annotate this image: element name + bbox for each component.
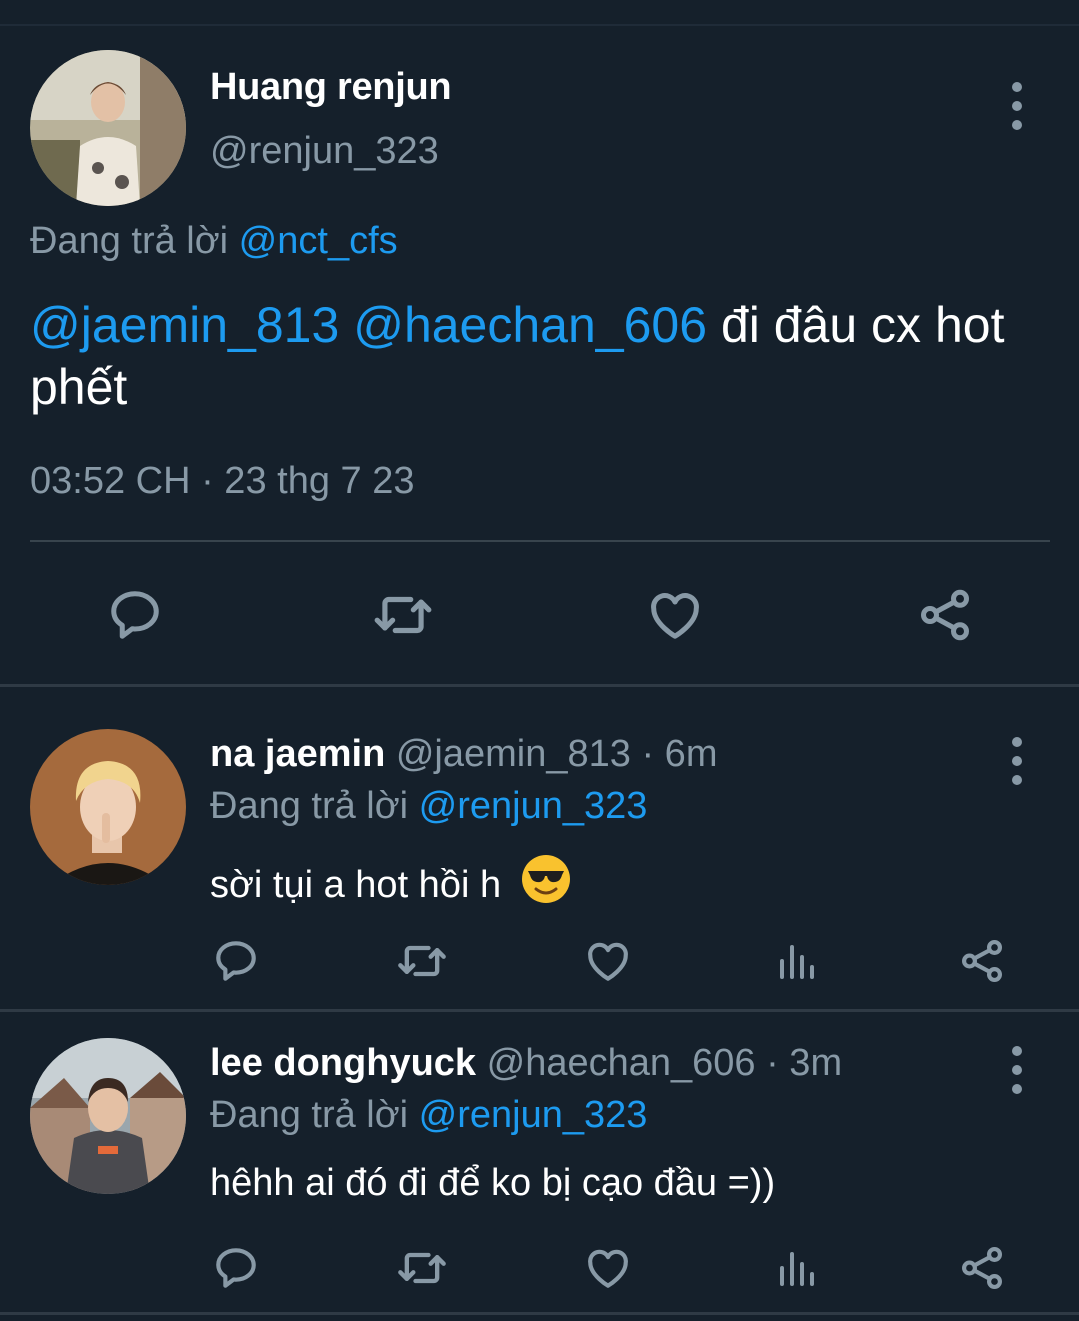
replying-label: Đang trả lời: [30, 220, 229, 262]
main-tweet: Huang renjun @renjun_323 Đang trả lời @n…: [0, 26, 1079, 686]
avatar-haechan[interactable]: [30, 1038, 186, 1194]
replying-to: Đang trả lời @renjun_323: [210, 1094, 647, 1137]
more-options-icon[interactable]: [1007, 737, 1027, 785]
reply-icon[interactable]: [208, 933, 264, 989]
reply-tweet[interactable]: na jaemin @jaemin_813 · 6m Đang trả lời …: [0, 687, 1079, 1009]
more-options-icon[interactable]: [1007, 82, 1027, 130]
share-icon[interactable]: [910, 580, 980, 650]
replying-to-link[interactable]: @renjun_323: [419, 1094, 648, 1136]
mention-link[interactable]: @jaemin_813: [30, 297, 339, 353]
replying-to-link[interactable]: @nct_cfs: [239, 220, 398, 262]
tweet-text-line2: phết: [30, 359, 128, 415]
author-handle-time[interactable]: @jaemin_813 · 6m: [396, 733, 718, 775]
like-icon[interactable]: [580, 933, 636, 989]
author-handle[interactable]: @renjun_323: [210, 130, 439, 173]
author-name[interactable]: lee donghyuck: [210, 1042, 476, 1084]
replying-label: Đang trả lời: [210, 785, 409, 827]
replying-to: Đang trả lời @nct_cfs: [30, 220, 398, 263]
reply-actions: [0, 1224, 1079, 1290]
replying-label: Đang trả lời: [210, 1094, 409, 1136]
reply-icon[interactable]: [100, 580, 170, 650]
retweet-icon[interactable]: [394, 933, 450, 989]
divider: [30, 540, 1050, 542]
reply-text: sời tụi a hot hồi h: [210, 853, 572, 915]
author-handle-time[interactable]: @haechan_606 · 3m: [487, 1042, 842, 1084]
tweet-actions: [0, 574, 1079, 654]
share-icon[interactable]: [954, 933, 1010, 989]
like-icon[interactable]: [580, 1240, 636, 1296]
analytics-icon[interactable]: [768, 1240, 824, 1296]
replying-to: Đang trả lời @renjun_323: [210, 785, 647, 828]
avatar-jaemin[interactable]: [30, 729, 186, 885]
retweet-icon[interactable]: [368, 580, 438, 650]
reply-header: na jaemin @jaemin_813 · 6m: [210, 733, 717, 776]
mention-link[interactable]: @haechan_606: [353, 297, 707, 353]
like-icon[interactable]: [640, 580, 710, 650]
author-name[interactable]: Huang renjun: [210, 66, 452, 109]
retweet-icon[interactable]: [394, 1240, 450, 1296]
replying-to-link[interactable]: @renjun_323: [419, 785, 648, 827]
reply-header: lee donghyuck @haechan_606 · 3m: [210, 1042, 842, 1085]
analytics-icon[interactable]: [768, 933, 824, 989]
reply-tweet[interactable]: lee donghyuck @haechan_606 · 3m Đang trả…: [0, 996, 1079, 1316]
tweet-timestamp[interactable]: 03:52 CH · 23 thg 7 23: [30, 460, 414, 503]
reply-text-content: sời tụi a hot hồi h: [210, 864, 502, 906]
sunglasses-emoji-icon: [520, 853, 572, 915]
author-name[interactable]: na jaemin: [210, 733, 385, 775]
reply-text: hêhh ai đó đi để ko bị cạo đầu =)): [210, 1162, 776, 1204]
tweet-text: @jaemin_813 @haechan_606 đi đâu cx hot p…: [30, 294, 1070, 418]
reply-icon[interactable]: [208, 1240, 264, 1296]
more-options-icon[interactable]: [1007, 1046, 1027, 1094]
reply-actions: [0, 915, 1079, 983]
tweet-text-line1: đi đâu cx hot: [720, 297, 1005, 353]
avatar-renjun[interactable]: [30, 50, 186, 206]
divider: [0, 1312, 1079, 1315]
share-icon[interactable]: [954, 1240, 1010, 1296]
